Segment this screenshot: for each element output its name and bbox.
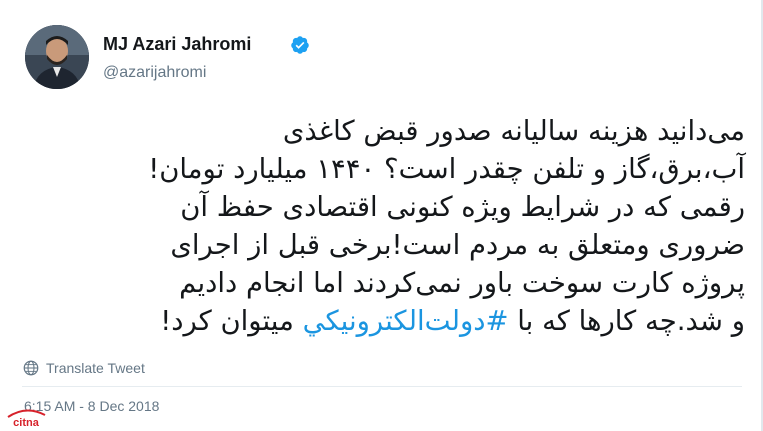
hashtag-link[interactable]: #دولت‌الكترونيكي: [303, 305, 509, 337]
tweet-line: می‌دانید هزینه سالیانه صدور قبض کاغذی: [282, 115, 745, 147]
tweet-line: ضروری ومتعلق به مردم است!برخی قبل از اجر…: [170, 229, 745, 261]
translate-tweet-button[interactable]: Translate Tweet: [22, 359, 145, 377]
tweet-card: MJ Azari Jahromi @azarijahromi می‌دانید …: [0, 0, 763, 431]
user-handle[interactable]: @azarijahromi: [103, 64, 206, 82]
tweet-line: پروژه کارت سوخت باور نمی‌کردند اما انجام…: [179, 267, 745, 299]
citna-logo: citna: [7, 409, 46, 429]
tweet-line: آب،برق،گاز و تلفن چقدر است؟ ۱۴۴۰ میلیارد…: [148, 153, 745, 185]
svg-text:citna: citna: [13, 417, 40, 429]
globe-icon: [23, 360, 39, 376]
avatar-image: [25, 25, 89, 89]
avatar[interactable]: [25, 25, 89, 89]
tweet-text-segment: میتوان کرد!: [160, 305, 303, 337]
tweet-line-last: و شد.چه کارها که با #دولت‌الكترونيكي میت…: [20, 302, 745, 340]
verified-badge-icon: [291, 36, 309, 54]
display-name[interactable]: MJ Azari Jahromi: [103, 34, 251, 55]
tweet-text: می‌دانید هزینه سالیانه صدور قبض کاغذی آب…: [20, 112, 745, 340]
translate-tweet-label: Translate Tweet: [46, 360, 145, 376]
divider: [22, 386, 742, 387]
tweet-line: رقمی که در شرایط ویژه کنونی اقتصادی حفظ …: [180, 191, 745, 223]
tweet-text-segment: و شد.چه کارها که با: [508, 305, 745, 337]
